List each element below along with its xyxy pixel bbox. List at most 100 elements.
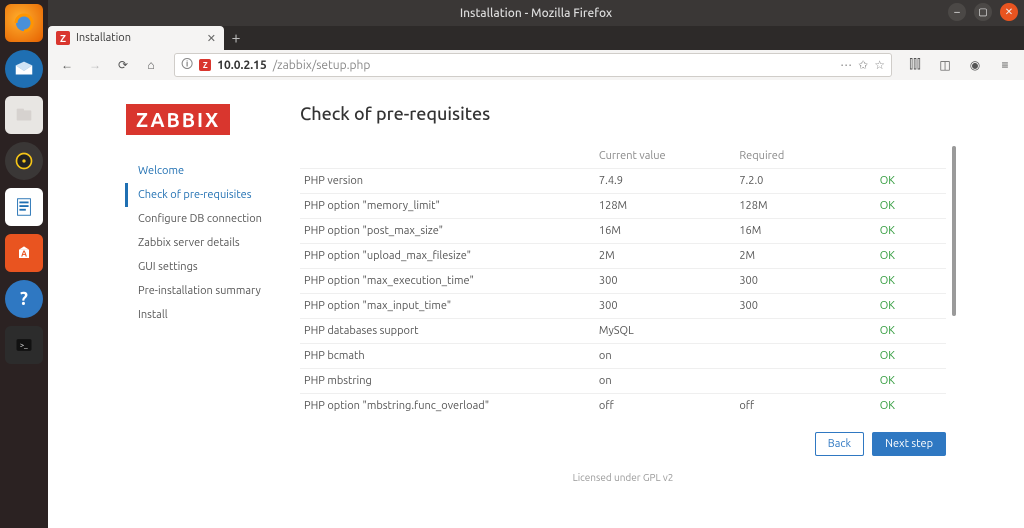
req-status: OK — [876, 294, 946, 319]
req-current: on — [595, 344, 735, 369]
license-text: Licensed under GPL v2 — [300, 472, 946, 483]
step-server[interactable]: Zabbix server details — [128, 231, 276, 255]
step-db[interactable]: Configure DB connection — [128, 207, 276, 231]
nav-forward-button[interactable]: → — [84, 54, 106, 76]
prerequisites-table: Current value Required PHP version7.4.97… — [300, 144, 946, 418]
req-name: PHP option "mbstring.func_overload" — [300, 394, 595, 419]
req-required: 300 — [735, 294, 875, 319]
nav-reload-button[interactable]: ⟳ — [112, 54, 134, 76]
req-status: OK — [876, 344, 946, 369]
req-status: OK — [876, 169, 946, 194]
back-button[interactable]: Back — [815, 432, 864, 456]
step-welcome[interactable]: Welcome — [128, 159, 276, 183]
close-button[interactable]: ✕ — [1000, 3, 1018, 21]
req-required — [735, 369, 875, 394]
account-icon[interactable]: ◉ — [964, 54, 986, 76]
svg-text:A: A — [21, 248, 27, 258]
table-row: PHP option "mbstring.func_overload"offof… — [300, 394, 946, 419]
table-row: PHP databases supportMySQL OK — [300, 319, 946, 344]
req-status: OK — [876, 394, 946, 419]
page-title: Check of pre-requisites — [300, 104, 946, 124]
step-gui[interactable]: GUI settings — [128, 255, 276, 279]
page-actions-icon[interactable]: ⋯ — [840, 58, 852, 72]
scrollbar[interactable] — [952, 146, 956, 316]
browser-tabstrip: Z Installation ✕ + — [48, 26, 1024, 50]
req-status: OK — [876, 369, 946, 394]
rhythmbox-icon[interactable] — [5, 142, 43, 180]
req-status: OK — [876, 269, 946, 294]
url-path: /zabbix/setup.php — [273, 59, 371, 72]
bookmark-icon[interactable]: ☆ — [874, 58, 885, 72]
table-row: PHP option "max_input_time"300300OK — [300, 294, 946, 319]
req-name: PHP option "max_execution_time" — [300, 269, 595, 294]
zabbix-logo: ZABBIX — [126, 104, 230, 135]
browser-toolbar: ← → ⟳ ⌂ 🛈 Z 10.0.2.15/zabbix/setup.php ⋯… — [48, 50, 1024, 81]
step-install[interactable]: Install — [128, 303, 276, 327]
tab-close-icon[interactable]: ✕ — [207, 32, 216, 45]
files-icon[interactable] — [5, 96, 43, 134]
setup-steps-nav: Welcome Check of pre-requisites Configur… — [126, 159, 276, 327]
req-status: OK — [876, 319, 946, 344]
table-row: PHP mbstringonOK — [300, 369, 946, 394]
req-status: OK — [876, 194, 946, 219]
next-step-button[interactable]: Next step — [872, 432, 946, 456]
req-current: 2M — [595, 244, 735, 269]
col-required: Required — [735, 144, 875, 169]
sidebar-icon[interactable]: ◫ — [934, 54, 956, 76]
req-name: PHP databases support — [300, 319, 595, 344]
software-icon[interactable]: A — [5, 234, 43, 272]
maximize-button[interactable]: ▢ — [974, 3, 992, 21]
library-icon[interactable]: ⫿⫿⫿ — [904, 54, 926, 76]
help-icon[interactable]: ? — [5, 280, 43, 318]
table-row: PHP option "max_execution_time"300300OK — [300, 269, 946, 294]
shield-icon: 🛈 — [181, 55, 193, 76]
reader-mode-icon[interactable]: ✩ — [858, 58, 868, 72]
browser-tab-active[interactable]: Z Installation ✕ — [48, 26, 224, 50]
window-titlebar: Installation - Mozilla Firefox ‒ ▢ ✕ — [48, 0, 1024, 26]
terminal-icon[interactable]: >_ — [5, 326, 43, 364]
thunderbird-icon[interactable] — [5, 50, 43, 88]
req-current: on — [595, 369, 735, 394]
minimize-button[interactable]: ‒ — [948, 3, 966, 21]
col-status — [876, 144, 946, 169]
req-name: PHP bcmath — [300, 344, 595, 369]
step-summary[interactable]: Pre-installation summary — [128, 279, 276, 303]
req-name: PHP option "max_input_time" — [300, 294, 595, 319]
req-current: off — [595, 394, 735, 419]
nav-home-button[interactable]: ⌂ — [140, 54, 162, 76]
table-row: PHP option "post_max_size"16M16MOK — [300, 219, 946, 244]
site-identity-icon: Z — [199, 59, 211, 71]
req-required: 2M — [735, 244, 875, 269]
table-row: PHP option "memory_limit"128M128MOK — [300, 194, 946, 219]
step-prerequisites[interactable]: Check of pre-requisites — [125, 183, 276, 207]
menu-icon[interactable]: ≡ — [994, 54, 1016, 76]
nav-back-button[interactable]: ← — [56, 54, 78, 76]
req-name: PHP option "memory_limit" — [300, 194, 595, 219]
req-required — [735, 344, 875, 369]
table-row: PHP option "upload_max_filesize"2M2MOK — [300, 244, 946, 269]
req-required: 16M — [735, 219, 875, 244]
tab-title: Installation — [76, 32, 131, 44]
req-status: OK — [876, 244, 946, 269]
ubuntu-dock: A ? >_ — [0, 0, 48, 528]
url-host: 10.0.2.15 — [217, 59, 266, 72]
firefox-icon[interactable] — [5, 4, 43, 42]
zabbix-favicon-icon: Z — [56, 31, 70, 45]
url-bar[interactable]: 🛈 Z 10.0.2.15/zabbix/setup.php ⋯ ✩ ☆ — [174, 53, 892, 77]
col-name — [300, 144, 595, 169]
libreoffice-icon[interactable] — [5, 188, 43, 226]
table-row: PHP bcmathon OK — [300, 344, 946, 369]
req-current: MySQL — [595, 319, 735, 344]
req-required: off — [735, 394, 875, 419]
req-current: 300 — [595, 269, 735, 294]
req-required — [735, 319, 875, 344]
new-tab-button[interactable]: + — [224, 26, 248, 50]
table-row: PHP version7.4.97.2.0OK — [300, 169, 946, 194]
req-required: 7.2.0 — [735, 169, 875, 194]
req-required: 128M — [735, 194, 875, 219]
req-name: PHP option "post_max_size" — [300, 219, 595, 244]
req-current: 128M — [595, 194, 735, 219]
window-title: Installation - Mozilla Firefox — [460, 7, 612, 20]
req-current: 16M — [595, 219, 735, 244]
req-current: 300 — [595, 294, 735, 319]
